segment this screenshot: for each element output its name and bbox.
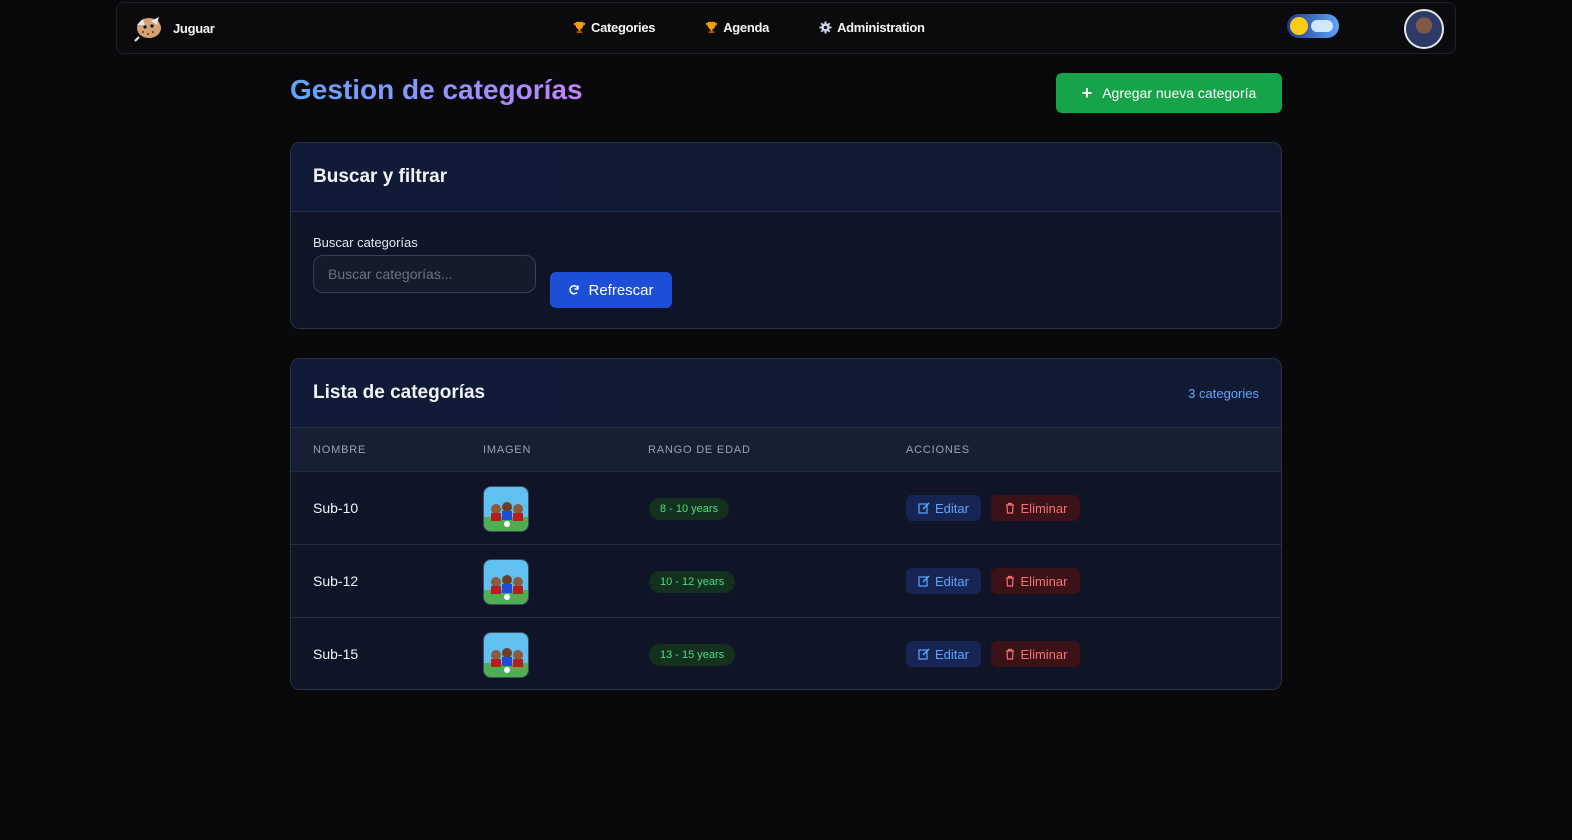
column-header-name: NOMBRE [313, 443, 367, 456]
age-range-badge: 10 - 12 years [649, 571, 736, 593]
column-header-age: RANGO DE EDAD [648, 443, 751, 456]
delete-label: Eliminar [1020, 573, 1068, 589]
edit-label: Editar [935, 646, 969, 662]
sun-icon [1290, 17, 1308, 35]
list-card-title: Lista de categorías [313, 382, 486, 403]
edit-button[interactable]: Editar [906, 641, 981, 667]
jaguar-logo-icon [134, 17, 161, 42]
list-card-header: Lista de categorías 3 categories [291, 359, 1281, 428]
nav-link-agenda[interactable]: Agenda [705, 20, 769, 35]
search-card-body: Buscar categorías Refrescar [291, 212, 1281, 328]
category-count: 3 categories [1188, 385, 1259, 401]
category-name: Sub-15 [313, 646, 359, 662]
delete-label: Eliminar [1020, 646, 1068, 662]
top-navbar: Juguar Categories Agenda Administration [116, 2, 1456, 54]
table-row: Sub-12 10 - 12 years Editar Eliminar [291, 545, 1281, 618]
nav-link-label: Agenda [723, 20, 770, 35]
nav-link-administration[interactable]: Administration [819, 20, 925, 35]
brand[interactable]: Juguar [133, 13, 215, 43]
trash-icon [1005, 648, 1014, 660]
table-header: NOMBRE IMAGEN RANGO DE EDAD ACCIONES [291, 428, 1281, 472]
edit-icon [918, 648, 930, 660]
delete-label: Eliminar [1020, 500, 1068, 516]
nav-link-label: Categories [591, 20, 656, 35]
nav-link-label: Administration [837, 20, 925, 35]
edit-button[interactable]: Editar [906, 495, 981, 521]
add-category-button[interactable]: + Agregar nueva categoría [1056, 73, 1282, 113]
column-header-actions: ACCIONES [906, 443, 970, 456]
age-range-badge: 13 - 15 years [649, 644, 736, 666]
category-image [483, 559, 529, 605]
theme-toggle[interactable] [1287, 14, 1339, 38]
search-input[interactable] [313, 255, 536, 293]
age-range-badge: 8 - 10 years [649, 498, 730, 520]
delete-button[interactable]: Eliminar [991, 495, 1080, 521]
search-card-header: Buscar y filtrar [291, 143, 1281, 212]
nav-link-categories[interactable]: Categories [573, 20, 656, 35]
delete-button[interactable]: Eliminar [991, 641, 1080, 667]
cloud-icon [1311, 20, 1333, 32]
user-avatar[interactable] [1404, 9, 1444, 49]
trophy-icon [573, 21, 586, 34]
category-list-card: Lista de categorías 3 categories NOMBRE … [290, 358, 1282, 690]
table-row: Sub-15 13 - 15 years Editar Eliminar [291, 618, 1281, 689]
category-image [483, 486, 529, 532]
delete-button[interactable]: Eliminar [991, 568, 1080, 594]
nav-links: Categories Agenda Administration [573, 20, 925, 35]
trash-icon [1005, 575, 1014, 587]
category-name: Sub-12 [313, 573, 359, 589]
page-title: Gestion de categorías [290, 74, 583, 105]
refresh-icon [569, 285, 580, 295]
trophy-icon [706, 21, 718, 34]
edit-button[interactable]: Editar [906, 568, 981, 594]
plus-icon: + [1081, 83, 1093, 103]
refresh-button[interactable]: Refrescar [550, 272, 672, 308]
category-image [483, 632, 529, 678]
search-label: Buscar categorías [313, 235, 418, 250]
edit-icon [918, 502, 930, 514]
trash-icon [1005, 502, 1014, 514]
gear-icon [819, 21, 832, 34]
edit-label: Editar [935, 500, 969, 516]
search-card-title: Buscar y filtrar [313, 166, 448, 187]
column-header-image: IMAGEN [483, 443, 532, 456]
edit-icon [918, 575, 930, 587]
search-filter-card: Buscar y filtrar Buscar categorías Refre… [290, 142, 1282, 329]
add-category-label: Agregar nueva categoría [1102, 85, 1257, 101]
table-row: Sub-10 8 - 10 years Editar Eliminar [291, 472, 1281, 545]
brand-name: Juguar [173, 20, 215, 36]
refresh-label: Refrescar [588, 281, 654, 299]
category-name: Sub-10 [313, 500, 359, 516]
edit-label: Editar [935, 573, 969, 589]
